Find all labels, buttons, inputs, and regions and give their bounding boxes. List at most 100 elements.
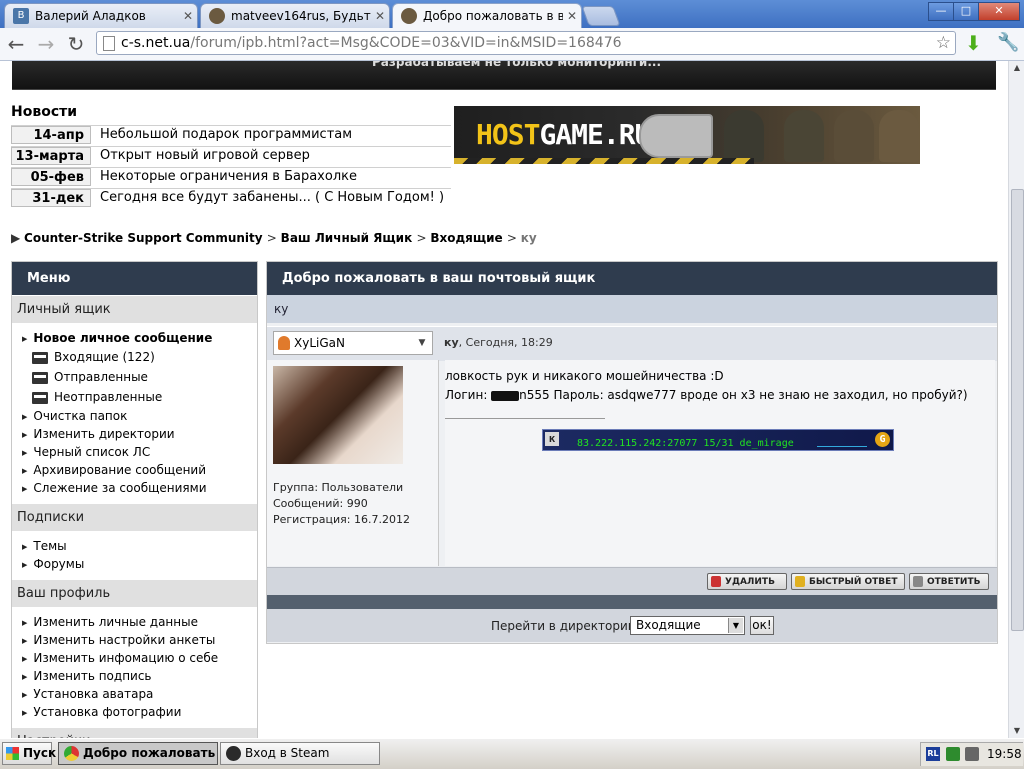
news-row[interactable]: 13-марта Открыт новый игровой сервер <box>11 146 451 166</box>
header-banner: Разрабатываем не только мониторинги... <box>12 61 996 90</box>
reply-button[interactable]: ОТВЕТИТЬ <box>909 573 989 590</box>
task-label: Вход в Steam <box>245 746 330 760</box>
menu-item-label: Изменить директории <box>33 427 175 441</box>
bullet-icon: ▶ <box>22 560 28 569</box>
message-subject: ку <box>267 295 997 323</box>
menu-item-personal-data[interactable]: ▶ Изменить личные данные <box>12 613 257 631</box>
system-tray: RL 19:58 <box>920 742 1023 766</box>
close-tab-icon[interactable]: ✕ <box>179 9 197 23</box>
forward-arrow-icon[interactable]: → <box>34 32 58 56</box>
folder-inbox[interactable]: Входящие (122) <box>12 347 257 367</box>
message-line: Логин: n555 Пароль: asdqwe777 вроде он х… <box>445 388 968 402</box>
hostgame-ad-banner[interactable]: HOSTGAME.RU <box>454 106 920 164</box>
menu-item-photo[interactable]: ▶ Установка фотографии <box>12 703 257 721</box>
tab-1[interactable]: В Валерий Аладков ✕ <box>4 3 198 28</box>
soldier-image <box>784 110 824 162</box>
menu-item-edit-folders[interactable]: ▶ Изменить директории <box>12 425 257 443</box>
delete-button[interactable]: УДАЛИТЬ <box>707 573 787 590</box>
bullet-icon: ▶ <box>22 654 28 663</box>
tab-2[interactable]: matveev164rus, Будьте бди ✕ <box>200 3 390 28</box>
avatar <box>273 366 403 464</box>
menu-item-label: Установка фотографии <box>33 705 182 719</box>
taskbar-task-chrome[interactable]: Добро пожаловать ... <box>58 742 218 765</box>
hazard-stripe <box>454 158 754 164</box>
menu-item-label: Слежение за сообщениями <box>33 481 207 495</box>
menu-item-profile-settings[interactable]: ▶ Изменить настройки анкеты <box>12 631 257 649</box>
scroll-down-arrow-icon[interactable]: ▼ <box>1009 724 1024 738</box>
login-label: Логин: <box>445 388 492 402</box>
menu-item-label: Установка аватара <box>33 687 154 701</box>
quick-reply-icon <box>795 576 805 587</box>
close-tab-icon[interactable]: ✕ <box>371 9 389 23</box>
ok-button[interactable]: ок! <box>750 616 774 635</box>
close-window-button[interactable]: ✕ <box>978 2 1020 21</box>
close-tab-icon[interactable]: ✕ <box>563 9 581 23</box>
menu-item-label: Изменить личные данные <box>33 615 198 629</box>
tray-app-icon[interactable] <box>965 747 979 761</box>
menu-item-tracking[interactable]: ▶ Слежение за сообщениями <box>12 479 257 497</box>
scrollbar-thumb[interactable] <box>1011 189 1024 631</box>
back-arrow-icon[interactable]: ← <box>4 32 28 56</box>
news-row[interactable]: 31-дек Сегодня все будут забанены... ( С… <box>11 188 451 208</box>
news-date: 05-фев <box>11 168 91 186</box>
taskbar-task-steam[interactable]: Вход в Steam <box>220 742 380 765</box>
breadcrumb-link[interactable]: Counter-Strike Support Community <box>24 231 263 245</box>
server-info: 83.222.115.242:27077 15/31 de_mirage <box>577 438 794 449</box>
quick-reply-button[interactable]: БЫСТРЫЙ ОТВЕТ <box>791 573 905 590</box>
scroll-up-arrow-icon[interactable]: ▲ <box>1009 61 1024 75</box>
network-cable-image <box>639 114 713 158</box>
meta-subject: ку <box>444 336 459 349</box>
menu-item-label: Форумы <box>33 557 85 571</box>
message-line: ловкость рук и никакого мошейничества :D <box>445 369 724 383</box>
folder-unsent[interactable]: Неотправленные <box>12 387 257 407</box>
reload-icon[interactable]: ↻ <box>64 32 88 56</box>
news-link[interactable]: Некоторые ограничения в Барахолке <box>100 169 357 184</box>
bookmark-star-icon[interactable]: ☆ <box>936 32 951 54</box>
tray-app-icon[interactable] <box>946 747 960 761</box>
menu-item-blacklist[interactable]: ▶ Черный список ЛС <box>12 443 257 461</box>
tab-title: Добро пожаловать в ваш п <box>423 9 563 23</box>
tab-title: matveev164rus, Будьте бди <box>231 9 371 23</box>
menu-item-label: Новое личное сообщение <box>33 331 213 345</box>
cs-icon: ᴋ <box>545 432 559 446</box>
folder-select[interactable]: Входящие ▼ <box>630 616 745 635</box>
start-button[interactable]: Пуск <box>2 742 56 765</box>
panel-title: Добро пожаловать в ваш почтовый ящик <box>267 262 997 295</box>
vertical-scrollbar[interactable]: ▲ ▼ <box>1008 61 1024 738</box>
menu-item-signature[interactable]: ▶ Изменить подпись <box>12 667 257 685</box>
download-arrow-icon[interactable]: ⬇ <box>965 31 982 55</box>
tab-3-active[interactable]: Добро пожаловать в ваш п ✕ <box>392 3 582 28</box>
maximize-button[interactable]: □ <box>953 2 979 21</box>
menu-item-label: Архивирование сообщений <box>33 463 207 477</box>
address-bar[interactable]: c-s.net.ua/forum/ipb.html?act=Msg&CODE=0… <box>96 31 956 55</box>
breadcrumb-link[interactable]: Ваш Личный Ящик <box>281 231 413 245</box>
meta-time: , Сегодня, 18:29 <box>458 336 553 349</box>
menu-item-topics[interactable]: ▶ Темы <box>12 537 257 555</box>
message-body: ловкость рук и никакого мошейничества :D… <box>445 360 995 566</box>
menu-item-archive[interactable]: ▶ Архивирование сообщений <box>12 461 257 479</box>
menu-item-avatar[interactable]: ▶ Установка аватара <box>12 685 257 703</box>
news-row[interactable]: 14-апр Небольшой подарок программистам <box>11 125 451 145</box>
server-monitor-banner[interactable]: ᴋ 83.222.115.242:27077 15/31 de_mirage G <box>542 429 894 451</box>
language-indicator[interactable]: RL <box>926 747 940 761</box>
author-dropdown[interactable]: XyLiGaN ▼ <box>273 331 433 355</box>
minimize-button[interactable]: — <box>928 2 954 21</box>
news-link[interactable]: Открыт новый игровой сервер <box>100 148 310 163</box>
wrench-menu-icon[interactable]: 🔧 <box>997 32 1019 53</box>
menu-item-about[interactable]: ▶ Изменить инфомацию о себе <box>12 649 257 667</box>
delete-icon <box>711 576 721 587</box>
user-registered: Регистрация: 16.7.2012 <box>273 513 410 526</box>
menu-item-forums[interactable]: ▶ Форумы <box>12 555 257 573</box>
new-message-link[interactable]: ▶ Новое личное сообщение <box>12 329 257 347</box>
news-row[interactable]: 05-фев Некоторые ограничения в Барахолке <box>11 167 451 187</box>
browser-toolbar: ← → ↻ c-s.net.ua/forum/ipb.html?act=Msg&… <box>0 28 1024 61</box>
news-date: 13-марта <box>11 147 91 165</box>
news-link[interactable]: Небольшой подарок программистам <box>100 127 352 142</box>
menu-item-clear-folders[interactable]: ▶ Очистка папок <box>12 407 257 425</box>
folder-icon <box>32 371 48 384</box>
new-tab-button[interactable] <box>581 6 621 26</box>
news-link[interactable]: Сегодня все будут забанены... ( С Новым … <box>100 190 444 205</box>
signature-divider <box>445 418 605 419</box>
breadcrumb-link[interactable]: Входящие <box>430 231 502 245</box>
folder-sent[interactable]: Отправленные <box>12 367 257 387</box>
